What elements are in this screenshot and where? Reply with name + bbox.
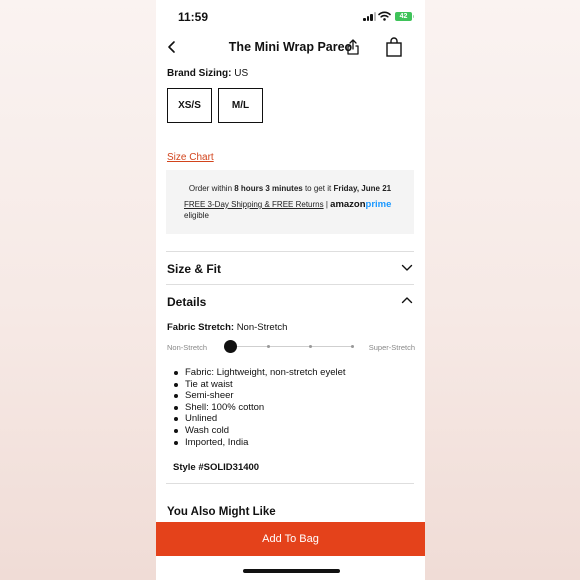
details-title[interactable]: Details: [167, 295, 206, 309]
battery-level: 42: [399, 13, 408, 20]
stretch-tick: [351, 345, 354, 348]
shopping-bag-icon[interactable]: [385, 37, 403, 57]
shipping-line: FREE 3-Day Shipping & FREE Returns | ama…: [184, 199, 391, 210]
status-bar: 11:59 42: [156, 0, 425, 34]
divider: [166, 483, 414, 484]
prime-wordmark: prime: [365, 199, 392, 210]
stretch-scale: Non-Stretch Super-Stretch: [167, 340, 415, 354]
shipping-returns-link[interactable]: FREE 3-Day Shipping & FREE Returns: [184, 200, 324, 209]
list-item: Shell: 100% cotton: [174, 402, 346, 414]
stretch-indicator: [224, 340, 237, 353]
eligible-text: eligible: [184, 211, 209, 220]
order-time: 8 hours 3 minutes: [234, 184, 303, 193]
recommendations-title: You Also Might Like: [167, 506, 276, 518]
list-item: Unlined: [174, 413, 346, 425]
brand-sizing: Brand Sizing: US: [167, 68, 248, 79]
size-fit-title[interactable]: Size & Fit: [167, 262, 221, 276]
fabric-stretch-label: Fabric Stretch:: [167, 322, 235, 333]
chevron-down-icon[interactable]: [401, 264, 413, 272]
delivery-estimate: Order within 8 hours 3 minutes to get it…: [166, 184, 414, 193]
amazon-wordmark: amazon: [330, 199, 366, 210]
home-indicator[interactable]: [243, 569, 340, 573]
delivery-info-box: Order within 8 hours 3 minutes to get it…: [166, 170, 414, 234]
stretch-tick: [309, 345, 312, 348]
brand-sizing-label: Brand Sizing:: [167, 68, 232, 79]
size-option-xs-s[interactable]: XS/S: [167, 88, 212, 123]
status-time: 11:59: [178, 10, 209, 24]
style-number: Style #SOLID31400: [173, 462, 260, 473]
amazon-prime-logo: amazonprime: [330, 199, 391, 210]
shipping-separator: |: [325, 200, 328, 209]
brand-sizing-value: US: [234, 68, 249, 79]
order-mid: to get it: [304, 184, 332, 193]
list-item: Wash cold: [174, 425, 346, 437]
divider: [166, 284, 414, 285]
fabric-stretch: Fabric Stretch: Non-Stretch: [167, 322, 287, 333]
size-option-m-l[interactable]: M/L: [218, 88, 263, 123]
nav-bar: The Mini Wrap Pareo: [156, 36, 425, 60]
feature-list: Fabric: Lightweight, non-stretch eyelet …: [174, 367, 346, 448]
stretch-low-label: Non-Stretch: [167, 343, 208, 352]
add-to-bag-button[interactable]: Add To Bag: [156, 522, 425, 556]
background-right: [425, 0, 580, 580]
share-icon[interactable]: [346, 38, 360, 56]
phone-screen: 11:59 42 The Mini Wrap Pareo Brand Sizin: [156, 0, 425, 580]
list-item: Fabric: Lightweight, non-stretch eyelet: [174, 367, 346, 379]
stretch-high-label: Super-Stretch: [368, 343, 415, 352]
divider: [166, 251, 414, 252]
fabric-stretch-value: Non-Stretch: [236, 322, 288, 333]
size-chart-link[interactable]: Size Chart: [167, 152, 214, 163]
stretch-tick: [267, 345, 270, 348]
list-item: Tie at waist: [174, 379, 346, 391]
order-prefix: Order within: [188, 184, 233, 193]
stretch-track: [235, 346, 353, 347]
order-date: Friday, June 21: [333, 184, 392, 193]
chevron-up-icon[interactable]: [401, 296, 413, 304]
wifi-icon: [378, 11, 391, 21]
list-item: Semi-sheer: [174, 390, 346, 402]
background-left: [0, 0, 156, 580]
battery-icon: 42: [395, 12, 414, 21]
list-item: Imported, India: [174, 437, 346, 449]
cellular-signal-icon: [363, 12, 377, 21]
